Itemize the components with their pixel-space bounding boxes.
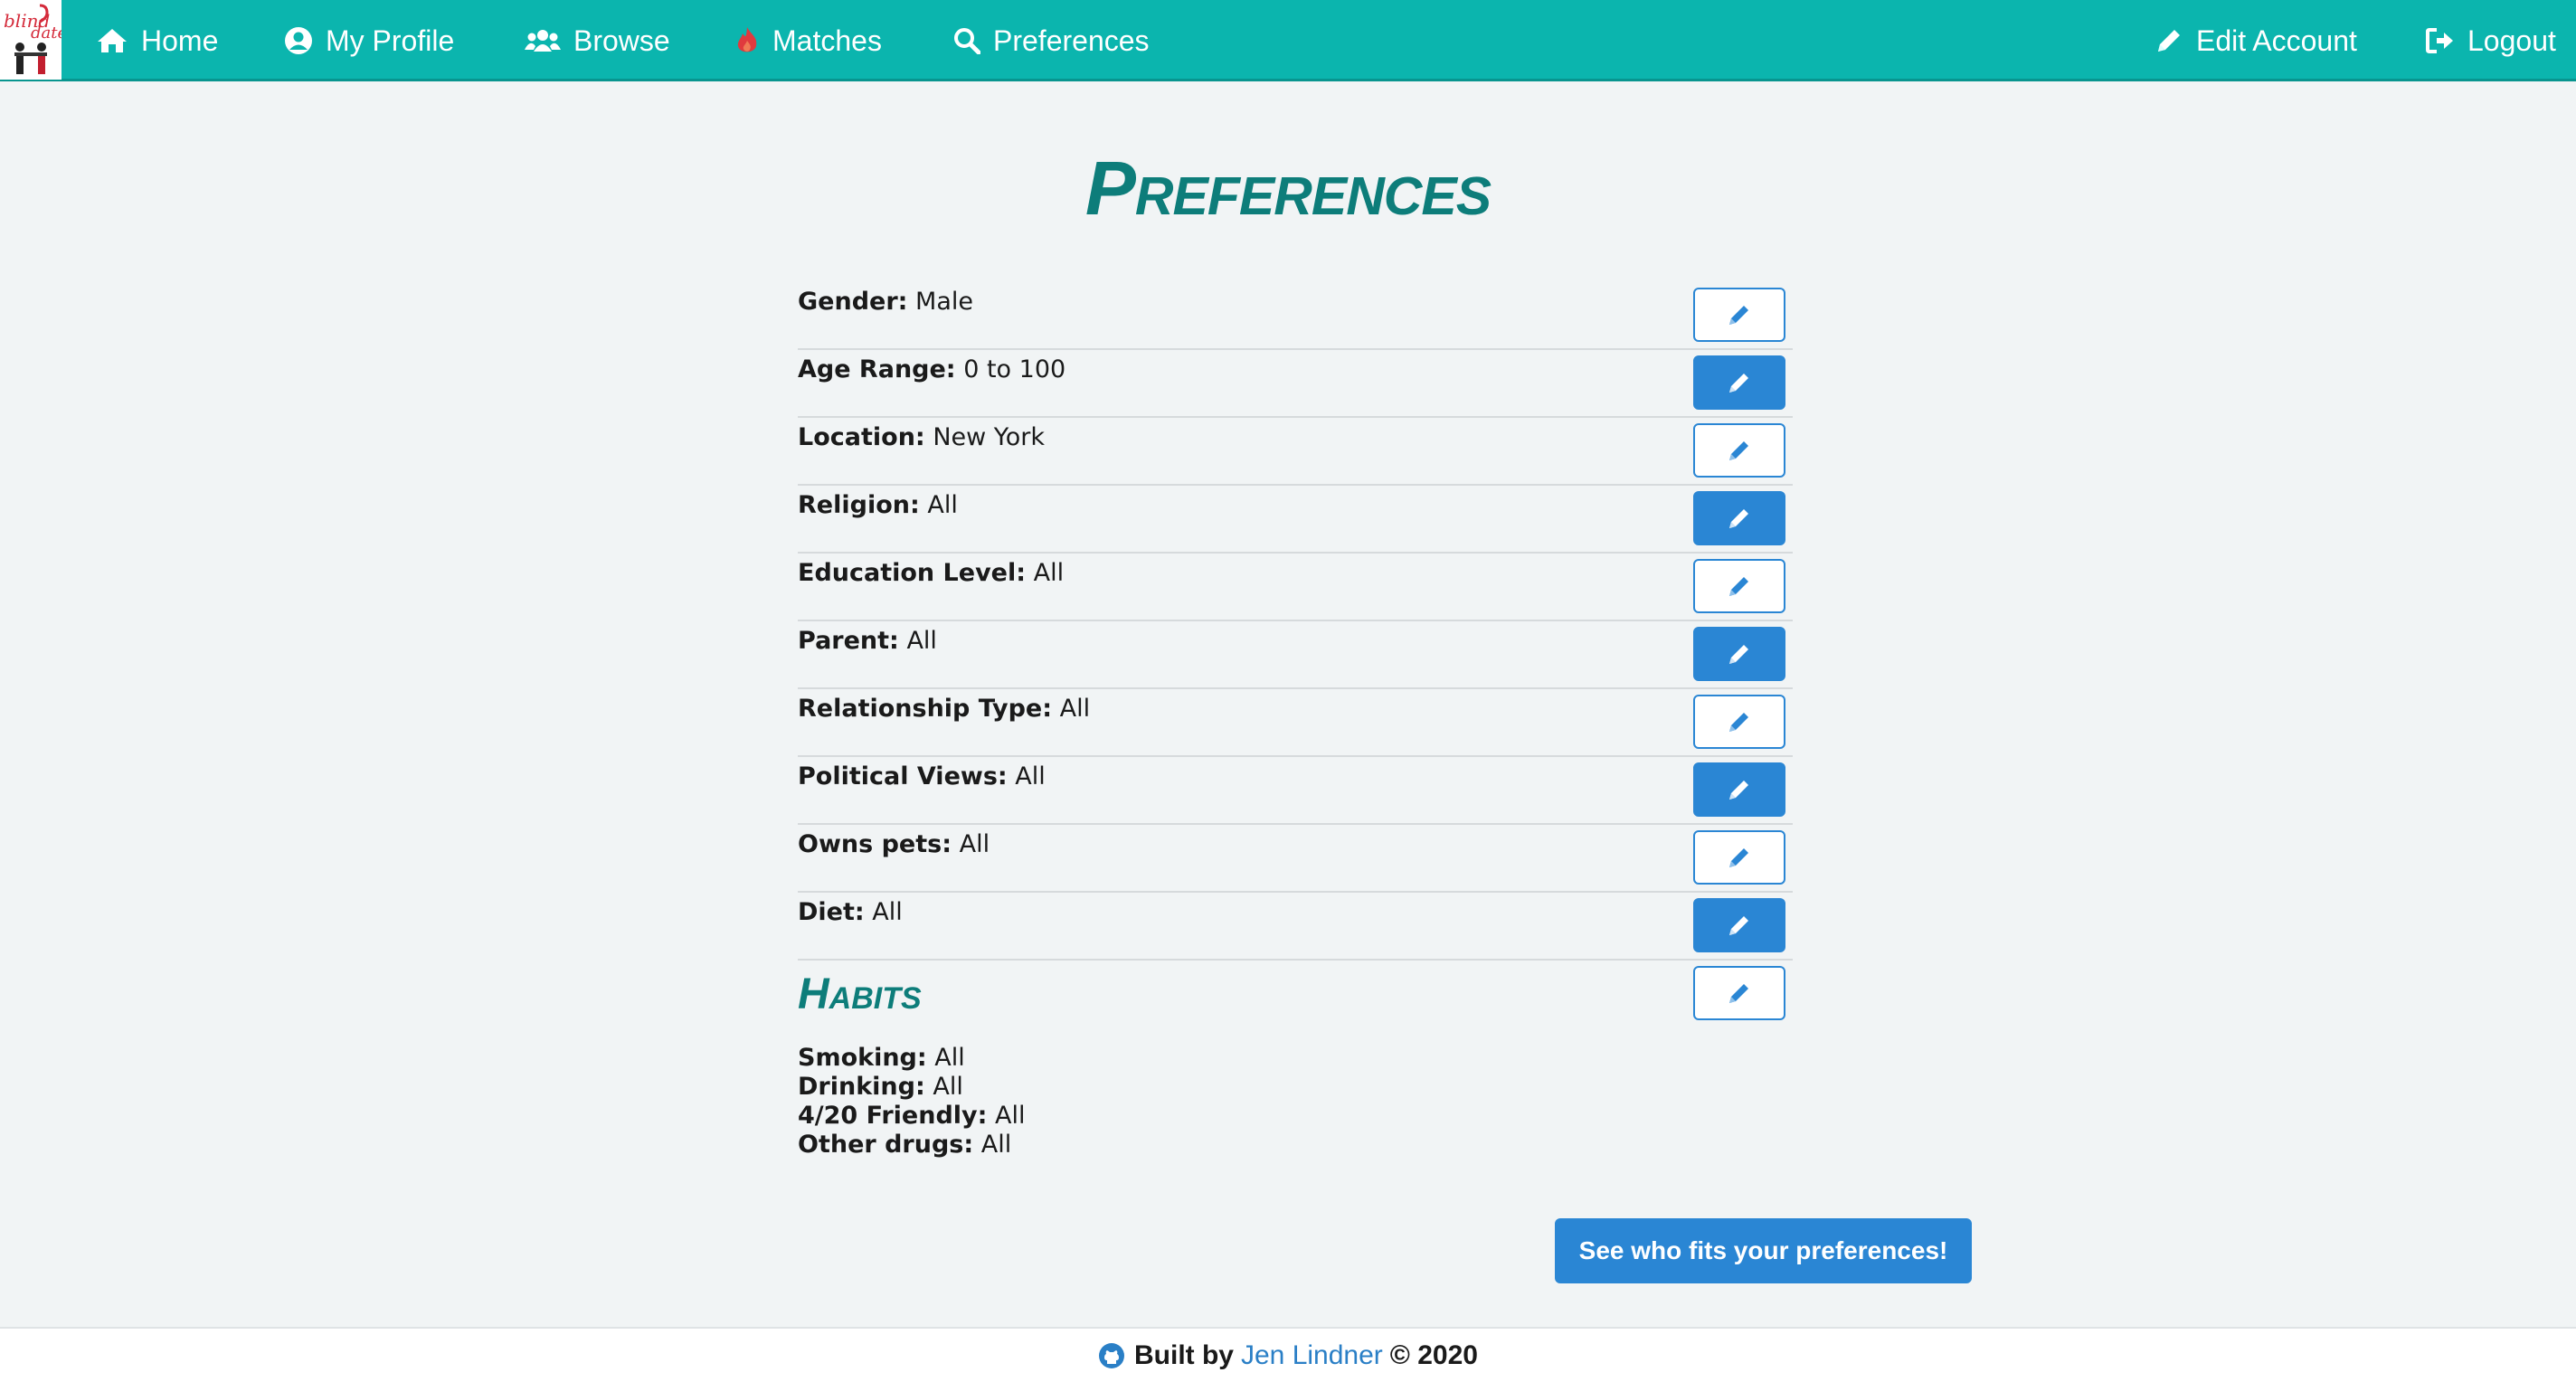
page-title: Preferences [1084,146,1492,231]
pref-row-religion: Religion: All [798,486,1793,554]
user-circle-icon [285,27,312,54]
pref-label: Gender: [798,288,908,316]
pref-label: Age Range: [798,355,956,383]
habit-label: Smoking: [798,1044,927,1072]
footer: Built by Jen Lindner © 2020 [0,1327,2576,1382]
pref-row-parent: Parent: All [798,621,1793,689]
nav-logout[interactable]: Logout [2426,0,2556,81]
habit-value: All [980,1131,1012,1159]
footer-suffix: © 2020 [1389,1339,1478,1370]
pref-label: Location: [798,423,925,451]
edit-habits-button[interactable] [1693,966,1785,1020]
nav-home[interactable]: Home [96,0,218,81]
habit-value: All [934,1044,965,1072]
edit-location-button[interactable] [1693,423,1785,478]
pencil-icon [1729,645,1748,664]
nav-preferences-label: Preferences [993,24,1150,57]
nav-matches-label: Matches [772,24,882,57]
pref-row-diet: Diet: All [798,893,1793,961]
edit-diet-button[interactable] [1693,898,1785,952]
habit-label: Drinking: [798,1073,925,1101]
pencil-icon [1729,781,1748,800]
pencil-icon [1729,306,1748,325]
nav-my-profile-label: My Profile [326,24,455,57]
edit-gender-button[interactable] [1693,288,1785,342]
edit-political-views-button[interactable] [1693,762,1785,817]
pref-row-political-views: Political Views: All [798,757,1793,825]
pref-row-age-range: Age Range: 0 to 100 [798,350,1793,418]
pref-value: Male [915,288,974,316]
pref-row-owns-pets: Owns pets: All [798,825,1793,893]
navbar: blind date Home My Profile Browse Matche… [0,0,2576,81]
nav-home-label: Home [141,24,219,57]
pref-value: 0 to 100 [963,355,1066,383]
search-icon [954,28,980,54]
habit-value: All [933,1073,963,1101]
see-matches-button[interactable]: See who fits your preferences! [1555,1218,1972,1283]
pref-row-gender: Gender: Male [798,282,1793,350]
nav-logout-label: Logout [2467,24,2556,57]
habit-value: All [995,1102,1026,1130]
nav-my-profile[interactable]: My Profile [284,0,454,81]
logout-icon [2426,28,2453,53]
pref-value: All [1015,762,1046,790]
habit-other-drugs: Other drugs: All [798,1131,1026,1160]
pref-label: Political Views: [798,762,1008,790]
edit-education-level-button[interactable] [1693,559,1785,613]
pref-value: All [872,898,903,926]
pref-label: Owns pets: [798,830,952,858]
pencil-icon [2158,30,2180,52]
habit-label: Other drugs: [798,1131,974,1159]
edit-relationship-type-button[interactable] [1693,695,1785,749]
pencil-icon [1729,916,1748,935]
nav-preferences[interactable]: Preferences [953,0,1150,81]
habit-label: 4/20 Friendly: [798,1102,988,1130]
pref-value: All [1059,695,1091,723]
habits-list: Smoking: All Drinking: All 4/20 Friendly… [798,1044,1026,1160]
nav-browse-label: Browse [573,24,670,57]
svg-text:date: date [31,24,62,43]
pref-value: All [959,830,990,858]
habits-header-row: Habits [798,961,1793,1028]
pencil-icon [1729,984,1748,1003]
pref-value: All [906,627,937,655]
nav-edit-account-label: Edit Account [2196,24,2357,57]
users-icon [525,30,561,52]
pencil-icon [1729,577,1748,596]
pref-label: Diet: [798,898,865,926]
pref-row-relationship-type: Relationship Type: All [798,689,1793,757]
pref-label: Parent: [798,627,899,655]
pencil-icon [1729,441,1748,460]
edit-parent-button[interactable] [1693,627,1785,681]
nav-matches[interactable]: Matches [734,0,882,81]
home-icon [98,29,127,52]
footer-author-link[interactable]: Jen Lindner [1241,1340,1383,1371]
fire-icon [737,27,757,52]
pref-value: All [927,491,958,519]
pref-label: Education Level: [798,559,1027,587]
preferences-list: Gender: Male Age Range: 0 to 100 Locatio… [798,282,1793,1028]
footer-prefix: Built by [1134,1339,1234,1370]
pref-value: All [1033,559,1065,587]
edit-age-range-button[interactable] [1693,355,1785,410]
pencil-icon [1729,848,1748,867]
nav-browse[interactable]: Browse [525,0,670,81]
edit-owns-pets-button[interactable] [1693,830,1785,885]
pencil-icon [1729,713,1748,732]
habit-drinking: Drinking: All [798,1073,1026,1102]
site-logo[interactable]: blind date [0,0,62,80]
pref-label: Religion: [798,491,920,519]
habit-smoking: Smoking: All [798,1044,1026,1073]
pref-value: New York [933,423,1045,451]
pref-row-education-level: Education Level: All [798,554,1793,621]
habit-420-friendly: 4/20 Friendly: All [798,1102,1026,1131]
pencil-icon [1729,374,1748,393]
pref-label: Relationship Type: [798,695,1053,723]
edit-religion-button[interactable] [1693,491,1785,545]
habits-title: Habits [798,970,922,1018]
pref-row-location: Location: New York [798,418,1793,486]
pencil-icon [1729,509,1748,528]
github-icon[interactable] [1098,1342,1125,1369]
nav-edit-account[interactable]: Edit Account [2155,0,2357,81]
